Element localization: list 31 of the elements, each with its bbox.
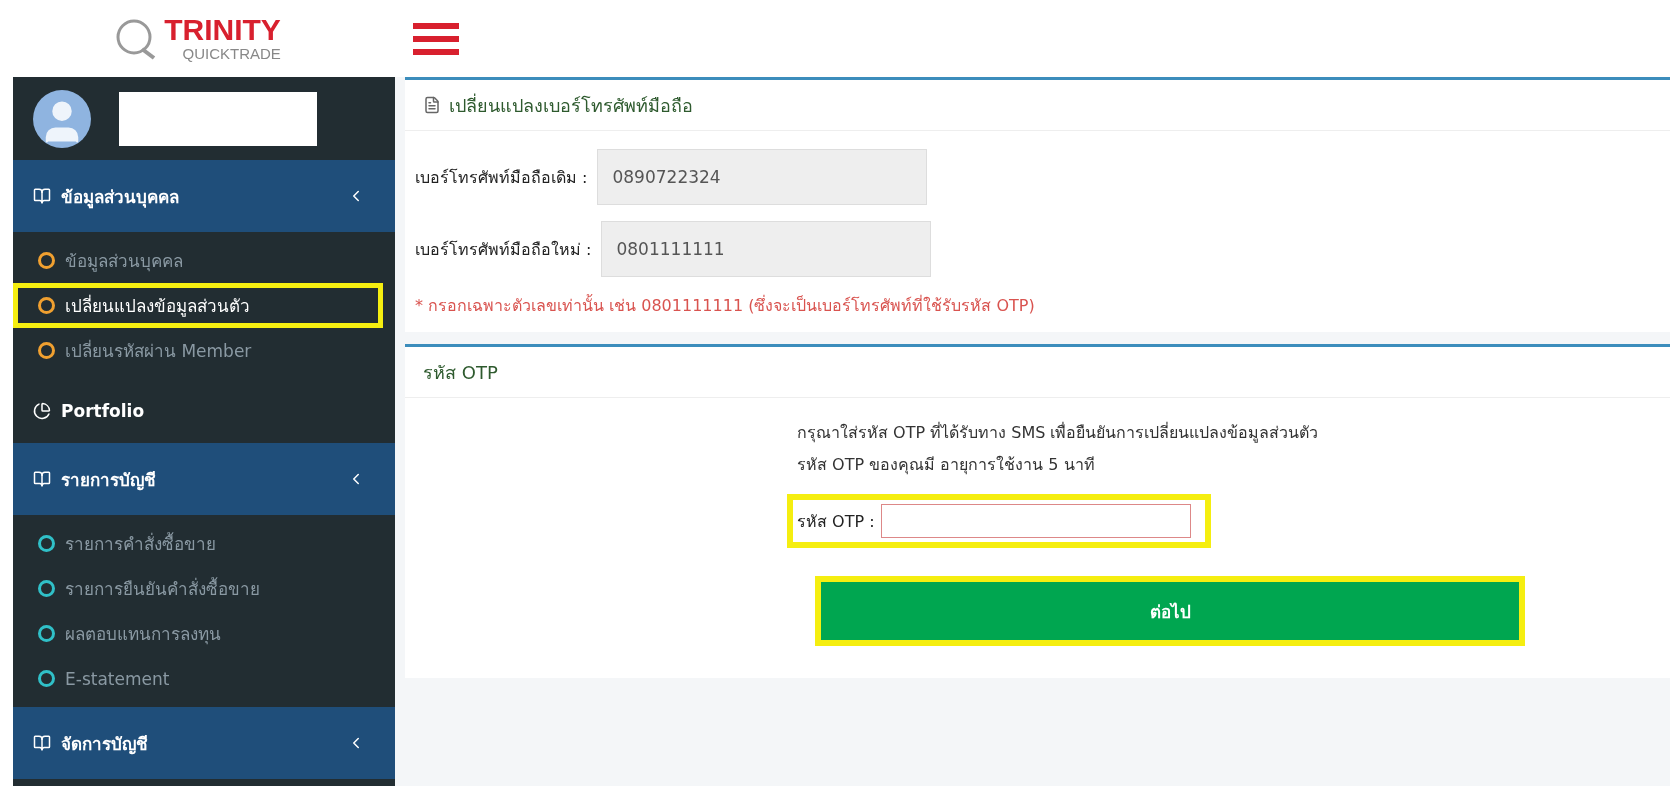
menu-group[interactable]: จัดการบัญชี xyxy=(13,707,395,779)
menu-item[interactable]: ข้อมูลส่วนบุคคล xyxy=(13,238,383,283)
field-label: เบอร์โทรศัพท์มือถือเดิม : xyxy=(415,166,588,189)
menu-item[interactable]: เปลี่ยนรหัสผ่าน Member xyxy=(13,328,383,373)
menu-item[interactable]: ผลตอบแทนการลงทุน xyxy=(13,611,383,656)
hint-text: * กรอกเฉพาะตัวเลขเท่านั้น เช่น 0801111111 (ซึ่งจะเป็นเบอร์โทรศัพท์ที่ใช้รับรหัส OTP) xyxy=(415,293,1036,317)
menu-item[interactable]: รายการคำสั่งซื้อขาย xyxy=(13,521,383,566)
logo-subtitle: QUICKTRADE xyxy=(182,45,281,62)
menu-item[interactable]: รายการยืนยันคำสั่งซื้อขาย xyxy=(13,566,383,611)
phone-field[interactable]: 0890722324 xyxy=(597,149,928,205)
document-icon xyxy=(423,96,441,114)
pie-chart-icon xyxy=(33,402,51,420)
book-icon xyxy=(33,187,51,205)
avatar-icon xyxy=(33,89,91,148)
instruction-text: กรุณาใส่รหัส OTP ที่ได้รับทาง SMS เพื่อยืนยันการเปลี่ยนแปลงข้อมูลส่วนตัว xyxy=(797,421,1320,445)
book-icon xyxy=(33,734,51,752)
menu-link[interactable]: Portfolio xyxy=(13,379,395,443)
instruction-text: รหัส OTP ของคุณมี อายุการใช้งาน 5 นาที xyxy=(797,454,1096,477)
menu-group[interactable]: ข้อมูลส่วนบุคคล xyxy=(13,160,395,232)
book-icon xyxy=(33,470,51,488)
logo-title: TRINITY xyxy=(164,15,281,45)
menu-icon[interactable] xyxy=(413,22,459,55)
menu-group[interactable]: รายการบัญชี xyxy=(13,443,395,515)
menu-item[interactable]: E-statement xyxy=(13,656,383,701)
panel-title: รหัส OTP xyxy=(423,360,498,385)
panel-title: เปลี่ยนแปลงเบอร์โทรศัพท์มือถือ xyxy=(449,92,693,118)
field-label: รหัส OTP : xyxy=(797,510,875,533)
otp-input[interactable] xyxy=(880,504,1191,538)
phone-field[interactable]: 0801111111 xyxy=(601,221,932,277)
field-label: เบอร์โทรศัพท์มือถือใหม่ : xyxy=(415,238,592,261)
menu-item[interactable]: เปลี่ยนแปลงข้อมูลส่วนตัว xyxy=(13,283,383,328)
